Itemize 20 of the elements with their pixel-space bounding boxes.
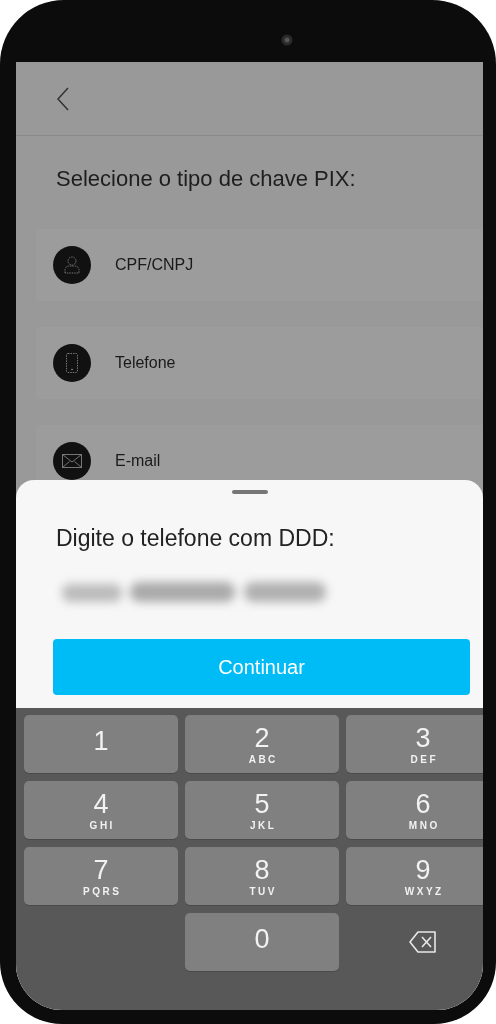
page-title: Selecione o tipo de chave PIX: <box>56 166 357 192</box>
keypad-key[interactable]: 1 <box>24 715 178 773</box>
keypad-key[interactable]: 4 GHI <box>24 781 178 839</box>
phone-icon <box>66 353 78 373</box>
keypad-key[interactable]: 2 ABC <box>185 715 339 773</box>
keypad-key[interactable]: 7 PQRS <box>24 847 178 905</box>
continue-button[interactable]: Continuar <box>53 639 470 695</box>
back-icon[interactable] <box>56 86 70 111</box>
backspace-icon[interactable] <box>409 931 437 953</box>
keypad-key[interactable]: 5 JKL <box>185 781 339 839</box>
sheet-handle[interactable] <box>231 490 268 494</box>
person-icon <box>64 256 80 274</box>
keypad-key[interactable]: 8 TUV <box>185 847 339 905</box>
envelope-icon <box>62 454 82 468</box>
keypad-key[interactable]: 6 MNO <box>346 781 483 839</box>
keypad-key[interactable]: 9 WXYZ <box>346 847 483 905</box>
keypad-key[interactable]: 3 DEF <box>346 715 483 773</box>
keypad-key[interactable]: 0 <box>185 913 339 971</box>
camera-icon <box>281 34 293 46</box>
sheet-heading: Digite o telefone com DDD: <box>56 524 336 552</box>
